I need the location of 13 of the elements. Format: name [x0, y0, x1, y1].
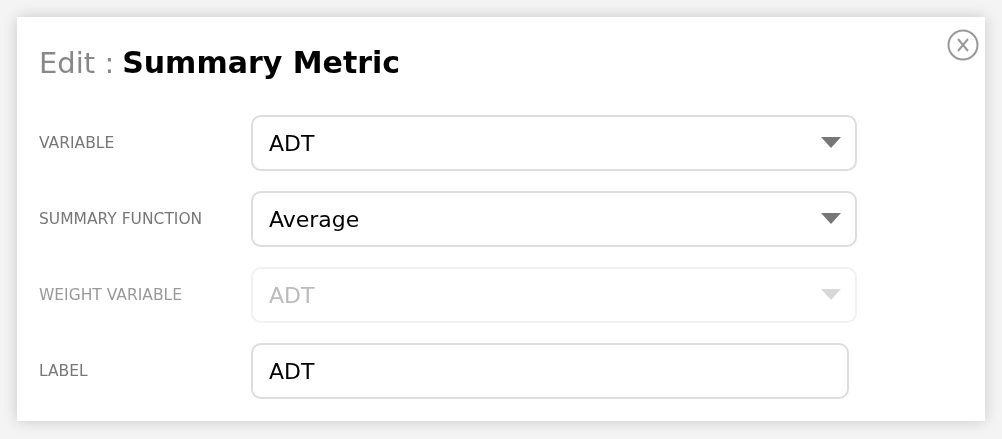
dropdown[interactable]: ADT	[251, 115, 857, 171]
caret-icon	[821, 137, 841, 149]
field-label: WEIGHT VARIABLE	[39, 286, 183, 304]
dropdown[interactable]: Average	[251, 191, 857, 247]
dialog-title-prefix: Edit :	[39, 46, 115, 80]
field-label: LABEL	[39, 362, 89, 380]
field-label: SUMMARY FUNCTION	[39, 210, 204, 228]
close-icon[interactable]	[947, 29, 979, 61]
field-label: VARIABLE	[39, 134, 116, 152]
dialog-title: Summary Metric	[122, 45, 401, 80]
caret-icon	[821, 213, 841, 225]
caret-icon	[821, 289, 841, 301]
input-field[interactable]: ADT	[251, 343, 849, 399]
